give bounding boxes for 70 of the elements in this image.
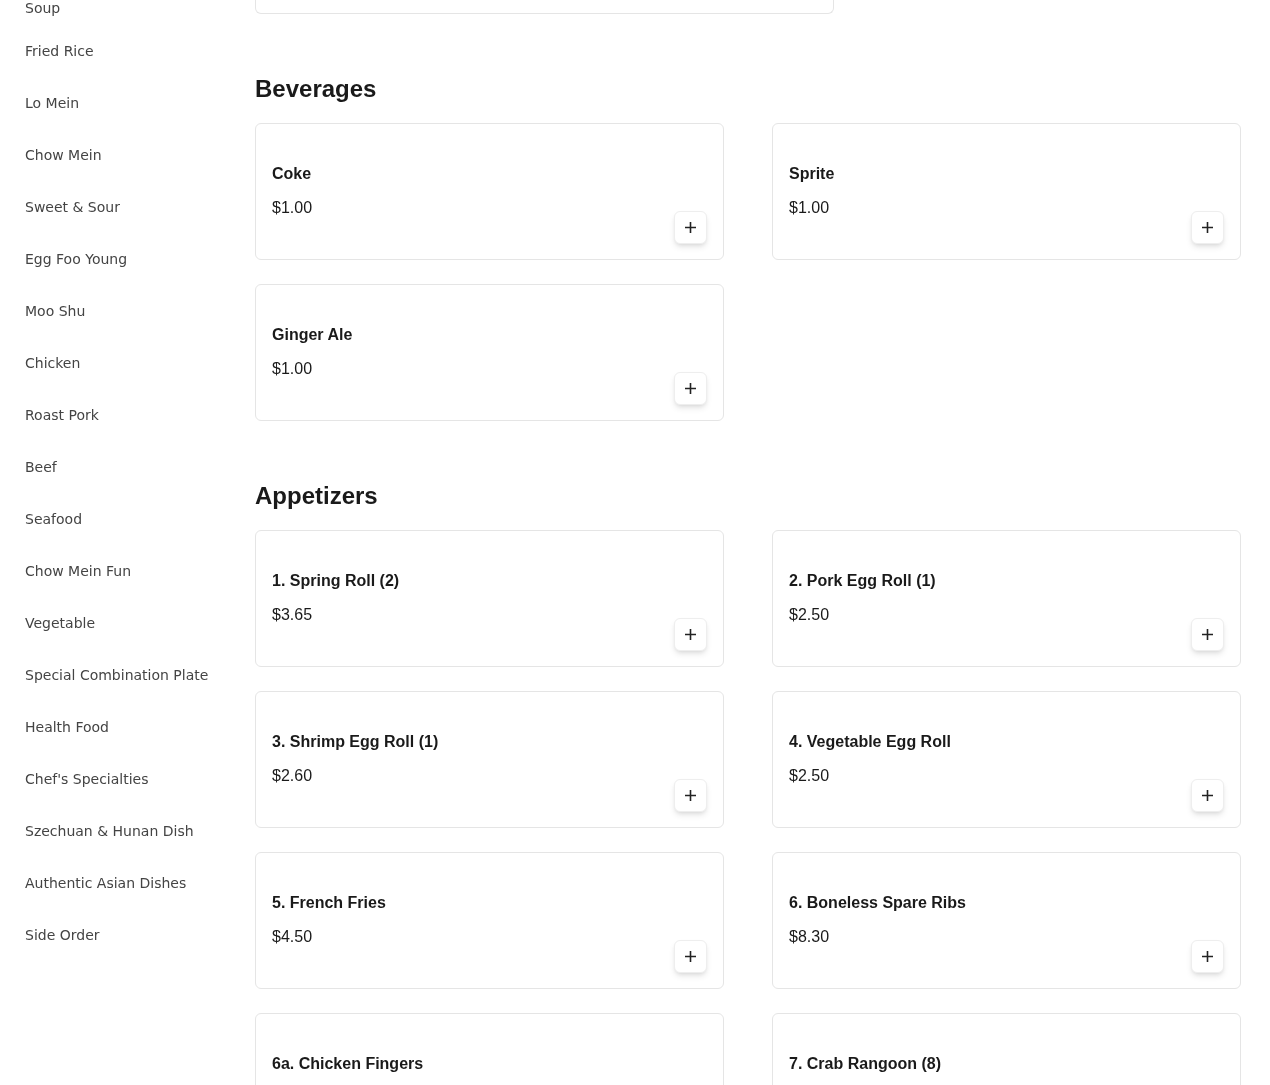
- category-link[interactable]: Fried Rice: [25, 42, 94, 60]
- plus-icon: [685, 383, 696, 394]
- menu-item-card[interactable]: 3. Shrimp Egg Roll (1) $2.60: [255, 691, 724, 828]
- section-heading: Beverages: [255, 75, 377, 103]
- plus-icon: [1202, 951, 1213, 962]
- add-button[interactable]: [1191, 940, 1224, 973]
- category-link[interactable]: Chow Mein Fun: [25, 562, 132, 580]
- category-link[interactable]: Authentic Asian Dishes: [25, 874, 187, 892]
- item-name: Coke: [272, 164, 312, 184]
- category-link[interactable]: Szechuan & Hunan Dish: [25, 822, 194, 840]
- category-link[interactable]: Moo Shu: [25, 302, 86, 320]
- item-name: Sprite: [789, 164, 835, 184]
- add-button[interactable]: [1191, 779, 1224, 812]
- plus-icon: [685, 951, 696, 962]
- add-button[interactable]: [674, 372, 707, 405]
- add-button[interactable]: [674, 618, 707, 651]
- menu-item-card[interactable]: 6a. Chicken Fingers: [255, 1013, 724, 1085]
- item-price: $2.50: [789, 766, 830, 786]
- item-price: $2.50: [789, 605, 830, 625]
- category-link[interactable]: Side Order: [25, 926, 100, 944]
- item-name: 2. Pork Egg Roll (1): [789, 571, 936, 591]
- item-price: $2.60: [272, 766, 313, 786]
- category-link[interactable]: Sweet & Sour: [25, 198, 120, 216]
- category-link[interactable]: Chicken: [25, 354, 81, 372]
- item-name: 6. Boneless Spare Ribs: [789, 893, 966, 913]
- category-link[interactable]: Chef's Specialties: [25, 770, 149, 788]
- menu-item-card[interactable]: Sprite $1.00: [772, 123, 1241, 260]
- item-price: $1.00: [789, 198, 830, 218]
- category-link[interactable]: Beef: [25, 458, 57, 476]
- add-button[interactable]: [674, 779, 707, 812]
- add-button[interactable]: [674, 940, 707, 973]
- item-name: 7. Crab Rangoon (8): [789, 1054, 941, 1074]
- item-price: $8.30: [789, 927, 830, 947]
- category-link[interactable]: Health Food: [25, 718, 109, 736]
- section-heading: Appetizers: [255, 482, 378, 510]
- item-price: $3.65: [272, 605, 313, 625]
- plus-icon: [1202, 790, 1213, 801]
- item-price: $4.50: [272, 927, 313, 947]
- item-name: 1. Spring Roll (2): [272, 571, 400, 591]
- item-name: Ginger Ale: [272, 325, 353, 345]
- plus-icon: [685, 629, 696, 640]
- category-link[interactable]: Seafood: [25, 510, 83, 528]
- menu-item-card[interactable]: 7. Crab Rangoon (8): [772, 1013, 1241, 1085]
- plus-icon: [685, 222, 696, 233]
- menu-item-card[interactable]: 1. Spring Roll (2) $3.65: [255, 530, 724, 667]
- plus-icon: [1202, 222, 1213, 233]
- menu-item-card[interactable]: Ginger Ale $1.00: [255, 284, 724, 421]
- add-button[interactable]: [1191, 211, 1224, 244]
- menu-item-card[interactable]: 5. French Fries $4.50: [255, 852, 724, 989]
- menu-item-card[interactable]: 6. Boneless Spare Ribs $8.30: [772, 852, 1241, 989]
- category-link[interactable]: Chow Mein: [25, 146, 102, 164]
- item-name: 3. Shrimp Egg Roll (1): [272, 732, 439, 752]
- category-link[interactable]: Vegetable: [25, 614, 96, 632]
- category-link[interactable]: Egg Foo Young: [25, 250, 128, 268]
- category-link[interactable]: Special Combination Plate: [25, 666, 209, 684]
- plus-icon: [685, 790, 696, 801]
- item-name: 6a. Chicken Fingers: [272, 1054, 424, 1074]
- category-link[interactable]: Roast Pork: [25, 406, 99, 424]
- category-link[interactable]: Soup: [25, 0, 61, 17]
- menu-item-card[interactable]: 2. Pork Egg Roll (1) $2.50: [772, 530, 1241, 667]
- item-name: 5. French Fries: [272, 893, 386, 913]
- menu-item-card[interactable]: Coke $1.00: [255, 123, 724, 260]
- item-price: $1.00: [272, 198, 313, 218]
- add-button[interactable]: [1191, 618, 1224, 651]
- add-button[interactable]: [674, 211, 707, 244]
- category-link[interactable]: Lo Mein: [25, 94, 80, 112]
- item-price: $1.00: [272, 359, 313, 379]
- menu-item-card[interactable]: 4. Vegetable Egg Roll $2.50: [772, 691, 1241, 828]
- plus-icon: [1202, 629, 1213, 640]
- item-name: 4. Vegetable Egg Roll: [789, 732, 951, 752]
